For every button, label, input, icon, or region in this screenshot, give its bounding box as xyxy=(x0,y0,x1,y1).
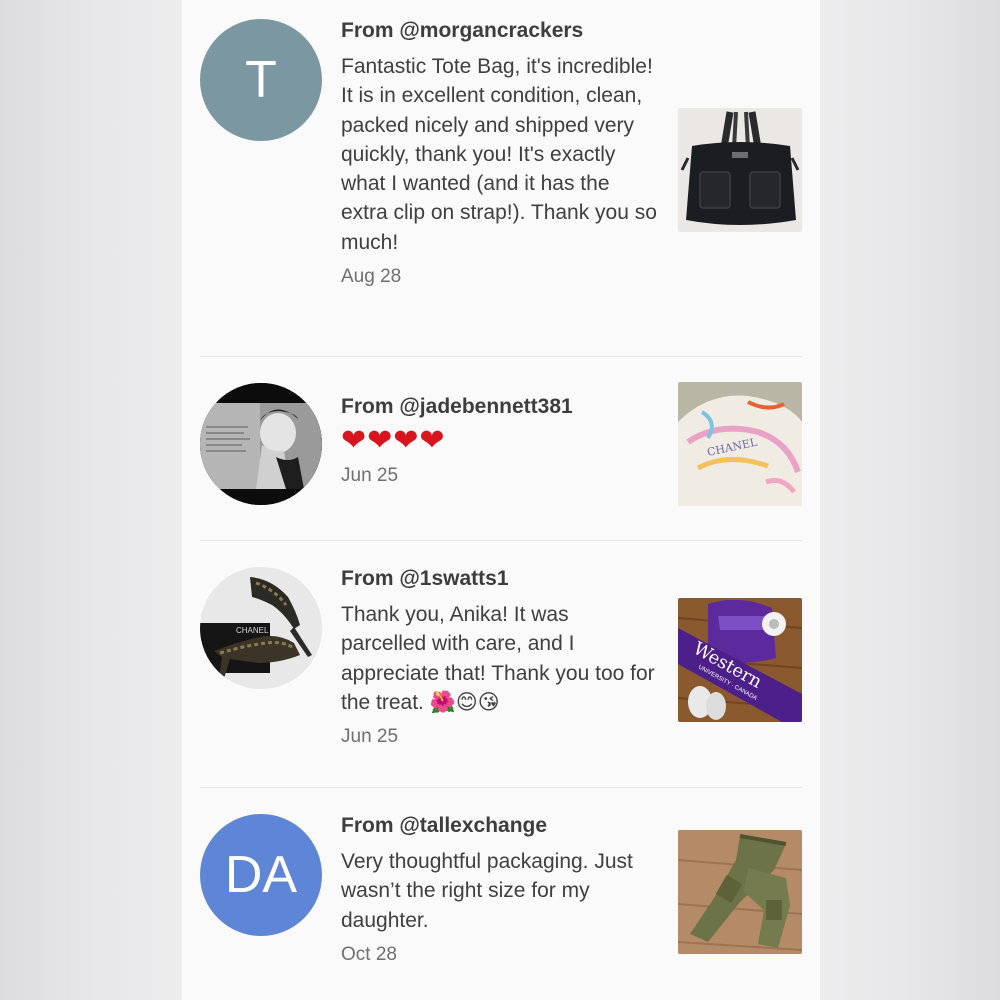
reviews-feed[interactable]: T From @morgancrackers Fantastic Tote Ba… xyxy=(182,0,820,1000)
review-text: Thank you, Anika! It was parcelled with … xyxy=(341,603,655,714)
avatar[interactable]: T xyxy=(200,19,322,141)
divider xyxy=(200,787,802,788)
avatar-initials: T xyxy=(245,51,277,109)
avatar[interactable]: DA xyxy=(200,814,322,936)
portrait-photo-image xyxy=(200,383,322,505)
cargo-pants-image xyxy=(678,830,802,954)
avatar-initials: DA xyxy=(224,846,298,904)
review-author[interactable]: From @tallexchange xyxy=(341,813,659,839)
svg-text:CHANEL: CHANEL xyxy=(236,626,269,635)
review-text: Very thoughtful packaging. Just wasn’t t… xyxy=(341,850,633,932)
divider xyxy=(200,540,802,541)
scarf-image: CHANEL xyxy=(678,382,802,506)
review-content: From @1swatts1 Thank you, Anika! It was … xyxy=(341,566,659,749)
heels-photo-image: CHANEL xyxy=(200,567,322,689)
western-scarf-thumbnail[interactable]: Western UNIVERSITY · CANADA xyxy=(678,598,802,722)
tote-bag-image xyxy=(678,108,802,232)
left-backdrop xyxy=(0,0,182,1000)
review-author[interactable]: From @jadebennett381 xyxy=(341,394,659,420)
review-text: Fantastic Tote Bag, it's incredible! It … xyxy=(341,55,657,254)
divider xyxy=(200,356,802,357)
western-scarf-image: Western UNIVERSITY · CANADA xyxy=(678,598,802,722)
review-author[interactable]: From @morgancrackers xyxy=(341,18,659,44)
hearts-emoji: ❤❤❤❤ xyxy=(341,423,446,458)
right-backdrop xyxy=(820,0,1000,1000)
review-content: From @jadebennett381 ❤❤❤❤ Jun 25 xyxy=(341,394,659,488)
tote-bag-thumbnail[interactable] xyxy=(678,108,802,232)
review-date: Jun 25 xyxy=(341,726,399,748)
review-content: From @morgancrackers Fantastic Tote Bag,… xyxy=(341,18,659,289)
review-author[interactable]: From @1swatts1 xyxy=(341,566,659,592)
cargo-pants-thumbnail[interactable] xyxy=(678,830,802,954)
avatar[interactable] xyxy=(200,383,322,505)
scarf-thumbnail[interactable]: CHANEL xyxy=(678,382,802,506)
review-date: Jun 25 xyxy=(341,465,399,486)
review-date: Oct 28 xyxy=(341,943,397,965)
review-date: Aug 28 xyxy=(341,266,402,288)
review-content: From @tallexchange Very thoughtful packa… xyxy=(341,813,659,967)
avatar[interactable]: CHANEL xyxy=(200,567,322,689)
